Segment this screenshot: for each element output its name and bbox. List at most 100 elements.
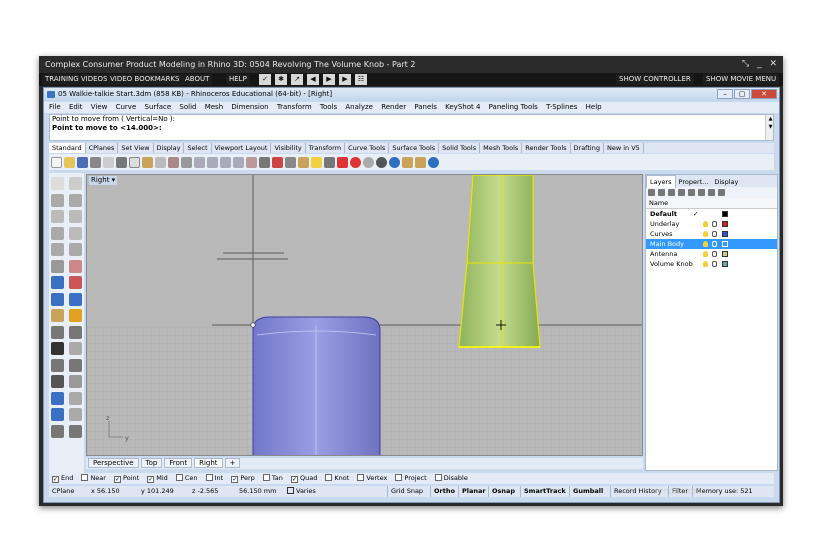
zoom-icon[interactable] xyxy=(194,156,205,168)
popout-icon[interactable]: ↗ xyxy=(291,74,303,85)
show-movie-menu-button[interactable]: SHOW MOVIE MENU xyxy=(703,74,780,85)
layer-lock-icon[interactable] xyxy=(712,241,717,247)
render-preview-icon[interactable] xyxy=(51,408,64,421)
osnap-tan[interactable]: Tan xyxy=(262,473,283,484)
smarttrack-toggle[interactable]: SmartTrack xyxy=(520,486,566,497)
point-icon[interactable] xyxy=(69,177,82,190)
move-icon[interactable] xyxy=(51,358,64,372)
menu-t-splines[interactable]: T-Splines xyxy=(546,103,577,111)
polyline-icon[interactable] xyxy=(51,193,64,207)
explode-icon[interactable] xyxy=(69,309,82,322)
menu-surface[interactable]: Surface xyxy=(145,103,172,111)
osnap-project[interactable]: Project xyxy=(395,473,427,484)
osnap-int-checkbox[interactable] xyxy=(205,474,213,481)
viewport-label[interactable]: Right ▾ xyxy=(89,176,118,185)
tab-transform[interactable]: Transform xyxy=(306,143,346,153)
analyze-icon[interactable] xyxy=(51,391,64,405)
about-button[interactable]: ABOUT xyxy=(182,74,213,85)
tab-drafting[interactable]: Drafting xyxy=(571,143,604,153)
next-icon[interactable]: ▶ xyxy=(339,74,351,85)
layer-color-swatch[interactable] xyxy=(722,211,728,217)
tab-display[interactable]: Display xyxy=(154,143,185,153)
tab-properties[interactable]: Propert... xyxy=(676,176,712,188)
osnap-near[interactable]: Near xyxy=(81,473,106,484)
tab-standard[interactable]: Standard xyxy=(49,143,86,153)
tab-visibility[interactable]: Visibility xyxy=(271,143,306,153)
open-file-icon[interactable] xyxy=(64,156,75,168)
layer-row[interactable]: Default ✓ xyxy=(646,209,777,219)
osnap-disable[interactable]: Disable xyxy=(434,473,468,484)
ortho-toggle[interactable]: Ortho xyxy=(430,486,455,497)
menu-view[interactable]: View xyxy=(91,103,108,111)
tab-top[interactable]: Top xyxy=(140,458,163,468)
copy-icon[interactable] xyxy=(129,156,140,168)
move-up-icon[interactable] xyxy=(678,189,685,196)
layer-row-selected[interactable]: Main Body xyxy=(646,239,777,249)
layer-row[interactable]: Volume Knob xyxy=(646,259,777,269)
print-icon[interactable] xyxy=(90,156,101,168)
zoom-extents-icon[interactable] xyxy=(220,156,231,168)
shaded-sphere-icon[interactable] xyxy=(376,156,387,168)
snap-point[interactable] xyxy=(250,322,256,328)
layer-lock-icon[interactable] xyxy=(712,231,717,237)
select-icon[interactable] xyxy=(272,156,283,168)
tools-icon[interactable] xyxy=(708,189,715,196)
main-body-object[interactable] xyxy=(252,316,381,456)
osnap-knot-checkbox[interactable] xyxy=(325,474,333,481)
layer-row[interactable]: Curves xyxy=(646,229,777,239)
antenna-object[interactable] xyxy=(458,175,541,348)
menu-solid[interactable]: Solid xyxy=(179,103,196,111)
osnap-project-checkbox[interactable] xyxy=(395,474,403,481)
render-sphere-icon[interactable] xyxy=(363,156,374,168)
osnap-near-checkbox[interactable] xyxy=(81,474,89,481)
video-bookmarks-button[interactable]: VIDEO BOOKMARKS xyxy=(107,74,183,85)
viewport-menu-icon[interactable]: ▾ xyxy=(112,176,116,184)
menu-panels[interactable]: Panels xyxy=(414,103,437,111)
tab-viewport-layout[interactable]: Viewport Layout xyxy=(212,143,272,153)
osnap-vertex[interactable]: Vertex xyxy=(357,473,387,484)
osnap-quad[interactable]: ✓ Quad xyxy=(290,473,317,484)
properties-icon[interactable] xyxy=(415,156,426,168)
tab-cplanes[interactable]: CPlanes xyxy=(86,143,119,153)
offset-icon[interactable] xyxy=(51,259,64,273)
select-arrow-icon[interactable] xyxy=(51,177,64,190)
arc-icon[interactable] xyxy=(51,226,64,240)
osnap-toggle[interactable]: Osnap xyxy=(488,486,515,497)
planar-toggle[interactable]: Planar xyxy=(458,486,486,497)
grid-snap-toggle[interactable]: Grid Snap xyxy=(387,486,423,497)
import-icon[interactable] xyxy=(103,156,114,168)
cplane-icon[interactable] xyxy=(259,156,270,168)
group-icon[interactable] xyxy=(51,342,64,355)
layer-lock-icon[interactable] xyxy=(712,261,717,267)
gumball-toggle[interactable]: Gumball xyxy=(569,486,603,497)
training-videos-button[interactable]: TRAINING VIDEOS xyxy=(42,74,111,85)
menu-file[interactable]: File xyxy=(49,103,61,111)
split-icon[interactable] xyxy=(69,325,82,339)
settings-icon[interactable]: ✱ xyxy=(275,74,287,85)
command-scrollbar[interactable]: ▲ ▼ xyxy=(765,115,773,140)
osnap-knot[interactable]: Knot xyxy=(325,473,349,484)
tab-layers[interactable]: Layers xyxy=(646,175,676,188)
layer-lock-icon[interactable] xyxy=(712,221,717,227)
paste-icon[interactable] xyxy=(142,156,153,168)
polygon-icon[interactable] xyxy=(51,243,64,256)
new-sublayer-icon[interactable] xyxy=(658,189,665,196)
zoom-selected-icon[interactable] xyxy=(233,156,244,168)
chapters-icon[interactable]: ☷ xyxy=(355,74,367,85)
layer-color-swatch[interactable] xyxy=(722,261,728,267)
osnap-point-checkbox[interactable]: ✓ xyxy=(114,476,122,483)
rotate-view-icon[interactable] xyxy=(181,156,192,168)
menu-mesh[interactable]: Mesh xyxy=(205,103,223,111)
lock-icon[interactable] xyxy=(324,156,335,168)
command-area[interactable]: Point to move from ( Vertical=No ): Poin… xyxy=(49,114,774,141)
layer-row[interactable]: Underlay xyxy=(646,219,777,229)
new-layer-icon[interactable] xyxy=(648,189,655,196)
osnap-point[interactable]: ✓ Point xyxy=(114,473,139,484)
help-icon[interactable] xyxy=(718,189,725,196)
undo-icon[interactable] xyxy=(155,156,166,168)
osnap-cen-checkbox[interactable] xyxy=(175,474,183,481)
add-viewport-icon[interactable]: + xyxy=(224,458,241,468)
menu-paneling-tools[interactable]: Paneling Tools xyxy=(489,103,538,111)
command-input[interactable] xyxy=(50,132,773,140)
viewport-canvas[interactable]: z y xyxy=(87,175,643,456)
